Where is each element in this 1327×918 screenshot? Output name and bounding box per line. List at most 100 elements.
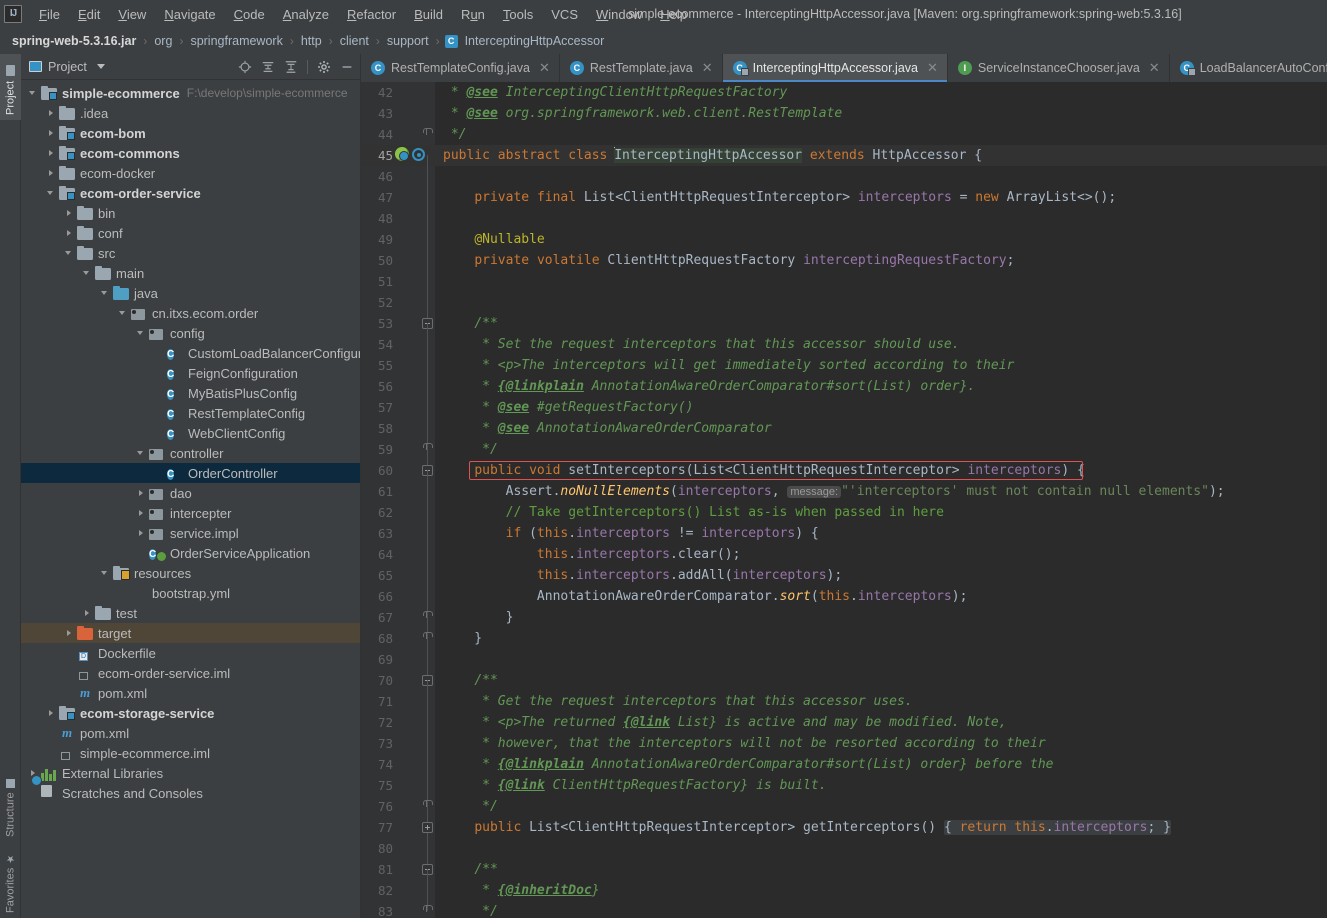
code-line-70[interactable]: /**	[435, 670, 1327, 691]
tree-node-resttemplateconfig[interactable]: CRestTemplateConfig	[21, 403, 360, 423]
code-line-73[interactable]: * however, that the interceptors will no…	[435, 733, 1327, 754]
tree-node-dockerfile[interactable]: Dockerfile	[21, 643, 360, 663]
menu-tools[interactable]: Tools	[494, 4, 542, 25]
menu-code[interactable]: Code	[225, 4, 274, 25]
editor-tab-resttemplate-java[interactable]: CRestTemplate.java✕	[560, 54, 723, 82]
project-panel-title-group[interactable]: Project	[29, 60, 105, 74]
tree-node-dao[interactable]: dao	[21, 483, 360, 503]
chevron-down-icon[interactable]	[137, 449, 146, 458]
code-line-75[interactable]: * {@link ClientHttpRequestFactory} is bu…	[435, 775, 1327, 796]
chevron-right-icon[interactable]	[137, 529, 146, 538]
fold-region-end-icon[interactable]	[422, 800, 433, 807]
code-line-42[interactable]: * @see InterceptingClientHttpRequestFact…	[435, 82, 1327, 103]
chevron-right-icon[interactable]	[47, 169, 56, 178]
tree-node-ordercontroller[interactable]: COrderController	[21, 463, 360, 483]
fold-region-end-icon[interactable]	[422, 632, 433, 639]
chevron-right-icon[interactable]	[47, 129, 56, 138]
code-line-74[interactable]: * {@linkplain AnnotationAwareOrderCompar…	[435, 754, 1327, 775]
fold-column[interactable]	[419, 82, 435, 918]
tree-node-config[interactable]: config	[21, 323, 360, 343]
code-line-53[interactable]: /**	[435, 313, 1327, 334]
code-line-63[interactable]: if (this.interceptors != interceptors) {	[435, 523, 1327, 544]
tool-tab-favorites[interactable]: Favorites ★	[0, 846, 21, 918]
code-line-62[interactable]: // Take getInterceptors() List as-is whe…	[435, 502, 1327, 523]
code-line-51[interactable]	[435, 271, 1327, 292]
fold-region-end-icon[interactable]	[422, 128, 433, 135]
tree-node-resources[interactable]: resources	[21, 563, 360, 583]
menu-edit[interactable]: Edit	[69, 4, 109, 25]
chevron-down-icon[interactable]	[119, 309, 128, 318]
chevron-down-icon[interactable]	[83, 269, 92, 278]
locate-icon[interactable]	[238, 60, 252, 74]
code-line-61[interactable]: Assert.noNullElements(interceptors, mess…	[435, 481, 1327, 502]
editor-gutter[interactable]: 4243444546474849505152535455565758596061…	[361, 82, 435, 918]
tool-tab-project[interactable]: Project	[0, 54, 21, 120]
tree-node-cn-itxs-ecom-order[interactable]: cn.itxs.ecom.order	[21, 303, 360, 323]
project-tree[interactable]: simple-ecommerceF:\develop\simple-ecomme…	[21, 80, 360, 918]
code-line-68[interactable]: }	[435, 628, 1327, 649]
code-line-82[interactable]: * {@inheritDoc}	[435, 880, 1327, 901]
code-line-56[interactable]: * {@linkplain AnnotationAwareOrderCompar…	[435, 376, 1327, 397]
tree-node-java[interactable]: java	[21, 283, 360, 303]
tree-node-bootstrap-yml[interactable]: bootstrap.yml	[21, 583, 360, 603]
code-editor[interactable]: 4243444546474849505152535455565758596061…	[361, 82, 1327, 918]
code-line-44[interactable]: */	[435, 124, 1327, 145]
close-icon[interactable]: ✕	[927, 60, 938, 76]
breadcrumb-item-client[interactable]: client	[338, 33, 371, 49]
code-line-72[interactable]: * <p>The returned {@link List} is active…	[435, 712, 1327, 733]
tree-node-intercepter[interactable]: intercepter	[21, 503, 360, 523]
tree-node-scratches-and-consoles[interactable]: Scratches and Consoles	[21, 783, 360, 803]
breadcrumb-item-support[interactable]: support	[385, 33, 431, 49]
breadcrumb-item-springframework[interactable]: springframework	[188, 33, 284, 49]
chevron-right-icon[interactable]	[47, 149, 56, 158]
chevron-down-icon[interactable]	[65, 249, 74, 258]
chevron-right-icon[interactable]	[65, 209, 74, 218]
chevron-right-icon[interactable]	[83, 609, 92, 618]
tree-node-target[interactable]: target	[21, 623, 360, 643]
expand-fold-icon[interactable]	[422, 822, 433, 833]
code-line-50[interactable]: private volatile ClientHttpRequestFactor…	[435, 250, 1327, 271]
chevron-right-icon[interactable]	[137, 489, 146, 498]
spring-bean-icon[interactable]	[395, 147, 409, 161]
breadcrumb-item-jar[interactable]: spring-web-5.3.16.jar	[10, 33, 138, 49]
tree-node-ecom-order-service-iml[interactable]: ecom-order-service.iml	[21, 663, 360, 683]
chevron-right-icon[interactable]	[137, 509, 146, 518]
tree-node-main[interactable]: main	[21, 263, 360, 283]
tree-node-conf[interactable]: conf	[21, 223, 360, 243]
chevron-right-icon[interactable]	[65, 229, 74, 238]
settings-gear-icon[interactable]	[317, 60, 331, 74]
chevron-down-icon[interactable]	[137, 329, 146, 338]
tree-node-service-impl[interactable]: service.impl	[21, 523, 360, 543]
menu-file[interactable]: File	[30, 4, 69, 25]
code-line-45[interactable]: public abstract class InterceptingHttpAc…	[435, 145, 1327, 166]
code-line-76[interactable]: */	[435, 796, 1327, 817]
code-line-66[interactable]: AnnotationAwareOrderComparator.sort(this…	[435, 586, 1327, 607]
code-line-83[interactable]: */	[435, 901, 1327, 918]
close-icon[interactable]: ✕	[1149, 60, 1160, 76]
code-line-81[interactable]: /**	[435, 859, 1327, 880]
code-line-49[interactable]: @Nullable	[435, 229, 1327, 250]
tree-node-ecom-order-service[interactable]: ecom-order-service	[21, 183, 360, 203]
expand-all-icon[interactable]	[261, 60, 275, 74]
tree-node-controller[interactable]: controller	[21, 443, 360, 463]
close-icon[interactable]: ✕	[539, 60, 550, 76]
menu-navigate[interactable]: Navigate	[155, 4, 224, 25]
breadcrumb-item-org[interactable]: org	[152, 33, 174, 49]
code-line-46[interactable]	[435, 166, 1327, 187]
fold-region-end-icon[interactable]	[422, 611, 433, 618]
tree-node-simple-ecommerce[interactable]: simple-ecommerceF:\develop\simple-ecomme…	[21, 83, 360, 103]
breadcrumb-item-http[interactable]: http	[299, 33, 324, 49]
tree-node-pom-xml[interactable]: mpom.xml	[21, 683, 360, 703]
fold-region-end-icon[interactable]	[422, 905, 433, 912]
menu-run[interactable]: Run	[452, 4, 494, 25]
code-line-57[interactable]: * @see #getRequestFactory()	[435, 397, 1327, 418]
tool-tab-structure[interactable]: Structure	[0, 772, 21, 842]
editor-tab-serviceinstancechooser-java[interactable]: IServiceInstanceChooser.java✕	[948, 54, 1170, 82]
menu-refactor[interactable]: Refactor	[338, 4, 405, 25]
code-line-60[interactable]: public void setInterceptors(List<ClientH…	[435, 460, 1327, 481]
tree-node-mybatisplusconfig[interactable]: CMyBatisPlusConfig	[21, 383, 360, 403]
code-line-48[interactable]	[435, 208, 1327, 229]
tree-node-simple-ecommerce-iml[interactable]: simple-ecommerce.iml	[21, 743, 360, 763]
tree-node-bin[interactable]: bin	[21, 203, 360, 223]
tree-node-feignconfiguration[interactable]: CFeignConfiguration	[21, 363, 360, 383]
